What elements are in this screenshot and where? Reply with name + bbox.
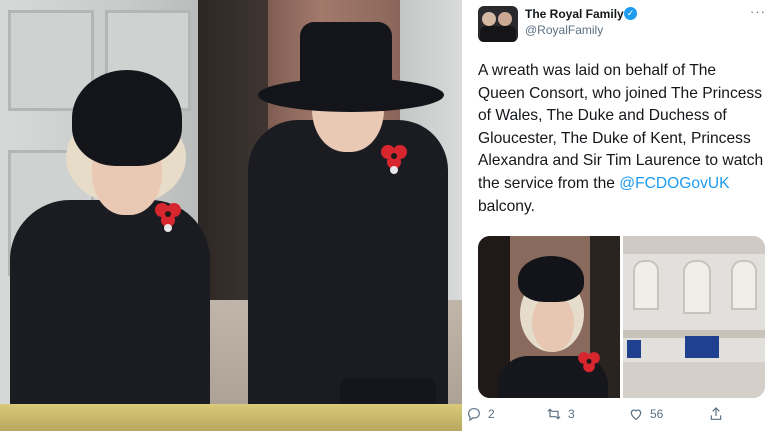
retweet-button[interactable]: 3 [546, 406, 575, 422]
mention-link[interactable]: @FCDOGovUK [619, 175, 729, 192]
retweet-count: 3 [568, 407, 575, 421]
balcony-ledge [0, 404, 462, 431]
tweet-text: A wreath was laid on behalf of The Queen… [478, 60, 764, 218]
tweet-text-end: balcony. [478, 197, 535, 215]
share-icon [710, 407, 722, 420]
display-name[interactable]: The Royal Family [525, 7, 624, 21]
poppy-brooch-icon [381, 145, 407, 174]
like-button[interactable]: 56 [628, 406, 663, 422]
heart-icon [630, 409, 642, 421]
verified-badge-icon: ✓ [624, 7, 637, 20]
tweet-image-portrait[interactable] [478, 236, 620, 398]
like-count: 56 [650, 407, 664, 421]
user-handle[interactable]: @RoyalFamily [525, 23, 603, 37]
main-photo [0, 0, 462, 431]
poppy-brooch-icon [578, 352, 600, 373]
wide-brim-hat [300, 22, 392, 90]
share-button[interactable] [708, 406, 724, 422]
poppy-brooch-icon [155, 203, 181, 232]
tweet-image-building[interactable] [623, 236, 765, 398]
more-dots-icon[interactable]: ··· [750, 4, 766, 19]
feathered-hat [72, 70, 182, 166]
reply-count: 2 [488, 407, 495, 421]
profile-avatar[interactable] [478, 6, 518, 42]
reply-icon [468, 408, 480, 422]
black-coat [10, 200, 210, 431]
retweet-icon [547, 408, 561, 420]
tweet-actions: 2 3 56 [462, 400, 767, 431]
tweet-text-body: A wreath was laid on behalf of The Queen… [478, 62, 764, 192]
reply-button[interactable]: 2 [466, 406, 495, 422]
